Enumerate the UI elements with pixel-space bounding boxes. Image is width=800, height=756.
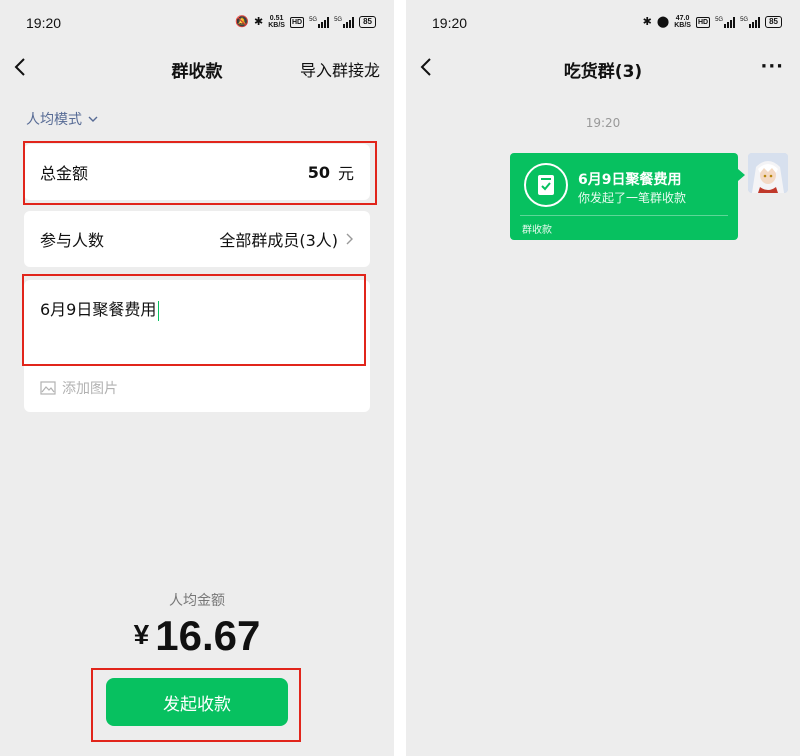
import-group-relay-link[interactable]: 导入群接龙 bbox=[300, 57, 380, 81]
network-speed: 47.0 KB/S bbox=[674, 15, 691, 29]
add-image-button[interactable]: 添加图片 bbox=[40, 378, 118, 398]
average-amount: ¥16.67 bbox=[0, 612, 394, 660]
status-bar: 19:20 ✱ ⬤ 47.0 KB/S HD 5G 5G 85 bbox=[406, 0, 800, 46]
bluetooth-icon: ✱ bbox=[642, 16, 652, 28]
more-options-icon[interactable]: ··· bbox=[760, 56, 784, 77]
battery-icon: 85 bbox=[765, 16, 782, 28]
participants-label: 参与人数 bbox=[40, 231, 105, 250]
hd-icon: HD bbox=[695, 16, 711, 28]
status-time: 19:20 bbox=[432, 15, 468, 31]
nav-bar: 吃货群(3) ··· bbox=[406, 48, 800, 88]
group-collection-screen: 19:20 🔕 ✱ 0.51 KB/S HD 5G 5G 85 群收款 导入群接龙… bbox=[0, 0, 394, 756]
location-icon: ⬤ bbox=[656, 16, 670, 28]
mode-selector[interactable]: 人均模式 bbox=[26, 109, 98, 129]
group-collection-message[interactable]: 6月9日聚餐费用 你发起了一笔群收款 群收款 bbox=[510, 153, 745, 240]
signal-icon: 5G bbox=[715, 16, 736, 28]
hd-icon: HD bbox=[289, 16, 305, 28]
message-subtitle: 你发起了一笔群收款 bbox=[578, 191, 687, 205]
chevron-right-icon bbox=[346, 233, 353, 245]
add-image-label: 添加图片 bbox=[62, 381, 118, 397]
memo-card: 6月9日聚餐费用 添加图片 bbox=[24, 280, 370, 412]
group-chat-screen: 19:20 ✱ ⬤ 47.0 KB/S HD 5G 5G 85 吃货群(3) ··… bbox=[406, 0, 800, 756]
signal-icon-2: 5G bbox=[334, 16, 355, 28]
participants-value: 全部群成员(3人) bbox=[219, 231, 338, 250]
chevron-down-icon bbox=[88, 116, 98, 122]
network-speed: 0.51 KB/S bbox=[268, 15, 285, 29]
message-timestamp: 19:20 bbox=[585, 116, 621, 130]
average-amount-label: 人均金额 bbox=[169, 593, 225, 609]
average-amount-value: 16.67 bbox=[155, 612, 261, 659]
total-amount-label: 总金额 bbox=[40, 164, 89, 183]
battery-icon: 85 bbox=[359, 16, 376, 28]
avatar[interactable] bbox=[748, 153, 788, 193]
nav-bar: 群收款 导入群接龙 bbox=[0, 48, 394, 88]
chat-title: 吃货群(3) bbox=[563, 62, 643, 82]
status-time: 19:20 bbox=[26, 15, 62, 31]
currency-unit: 元 bbox=[337, 164, 354, 183]
message-title: 6月9日聚餐费用 bbox=[578, 172, 682, 188]
mute-icon: 🔕 bbox=[235, 16, 249, 28]
total-amount-input[interactable]: 50 bbox=[308, 163, 330, 182]
screen-divider bbox=[394, 0, 406, 756]
mode-label: 人均模式 bbox=[26, 112, 82, 128]
message-footer: 群收款 bbox=[522, 225, 552, 236]
start-collection-button[interactable]: 发起收款 bbox=[106, 678, 288, 726]
status-bar: 19:20 🔕 ✱ 0.51 KB/S HD 5G 5G 85 bbox=[0, 0, 394, 46]
bill-icon bbox=[524, 163, 568, 207]
text-cursor bbox=[158, 300, 160, 321]
bluetooth-icon: ✱ bbox=[253, 16, 264, 28]
participants-row[interactable]: 参与人数 全部群成员(3人) bbox=[24, 211, 370, 267]
total-amount-card[interactable]: 总金额 50 元 bbox=[24, 144, 370, 200]
message-divider bbox=[520, 215, 728, 216]
signal-icon: 5G bbox=[309, 16, 330, 28]
signal-icon-2: 5G bbox=[740, 16, 761, 28]
currency-symbol: ¥ bbox=[133, 619, 150, 650]
image-icon bbox=[40, 381, 56, 395]
memo-input[interactable]: 6月9日聚餐费用 bbox=[40, 296, 160, 321]
